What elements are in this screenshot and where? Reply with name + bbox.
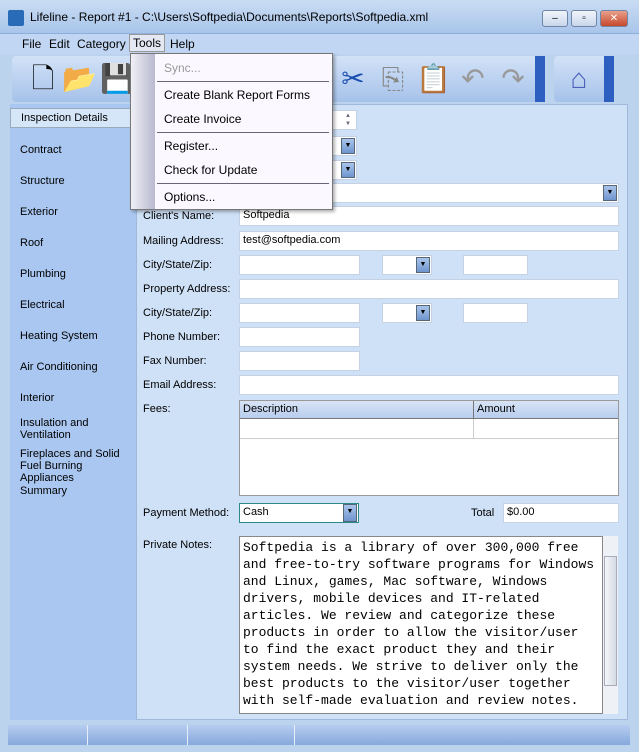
menu-item-create-invoice[interactable]: Create Invoice xyxy=(164,112,241,126)
minimize-button[interactable]: – xyxy=(542,10,568,27)
toolbar-overflow-button[interactable] xyxy=(604,56,614,102)
chevron-down-icon[interactable]: ▼ xyxy=(416,257,430,273)
total-value: $0.00 xyxy=(503,503,619,523)
sidebar-item-electrical[interactable]: Electrical xyxy=(10,296,136,314)
menu-separator xyxy=(157,183,329,184)
private-notes-textarea[interactable]: Softpedia is a library of over 300,000 f… xyxy=(239,536,603,714)
menu-bar: File Edit Category Tools Help xyxy=(0,34,639,54)
city-input[interactable] xyxy=(239,255,360,275)
sidebar-item-exterior[interactable]: Exterior xyxy=(10,203,136,221)
toolbar-overflow-button[interactable] xyxy=(535,56,545,102)
sidebar-item-roof[interactable]: Roof xyxy=(10,234,136,252)
property-address-label: Property Address: xyxy=(143,283,231,295)
email-label: Email Address: xyxy=(143,379,217,391)
chevron-down-icon[interactable]: ▼ xyxy=(341,162,355,178)
email-input[interactable] xyxy=(239,375,619,395)
sidebar-item-structure[interactable]: Structure xyxy=(10,172,136,190)
fees-table[interactable]: Description Amount xyxy=(239,400,619,496)
total-label: Total xyxy=(471,507,495,519)
menu-category[interactable]: Category xyxy=(74,36,129,52)
sidebar-item-summary[interactable]: Summary xyxy=(10,482,136,500)
menu-separator xyxy=(157,132,329,133)
home-icon[interactable]: ⌂ xyxy=(562,62,596,96)
payment-method-label: Payment Method: xyxy=(143,507,230,519)
city-state-zip-label-2: City/State/Zip: xyxy=(143,307,213,319)
sidebar: Inspection Details Contract Structure Ex… xyxy=(10,104,136,720)
notes-scrollbar[interactable] xyxy=(603,536,618,714)
chevron-down-icon[interactable]: ▼ xyxy=(603,185,617,201)
tools-dropdown-menu: Sync... Create Blank Report Forms Create… xyxy=(130,53,333,210)
menu-tools[interactable]: Tools xyxy=(129,34,166,52)
menu-item-create-blank-report-forms[interactable]: Create Blank Report Forms xyxy=(164,88,310,102)
phone-label: Phone Number: xyxy=(143,331,221,343)
mailing-address-label: Mailing Address: xyxy=(143,235,224,247)
sidebar-item-heating-system[interactable]: Heating System xyxy=(10,327,136,345)
fees-label: Fees: xyxy=(143,403,171,415)
undo-icon[interactable]: ↶ xyxy=(456,62,490,96)
client-name-label: Client's Name: xyxy=(143,210,215,222)
menu-item-options[interactable]: Options... xyxy=(164,190,215,204)
fax-label: Fax Number: xyxy=(143,355,207,367)
sidebar-item-fireplaces[interactable]: Fireplaces and Solid Fuel Burning Applia… xyxy=(10,445,140,487)
copy-icon[interactable]: ⎘ xyxy=(376,62,410,96)
sidebar-item-inspection-details[interactable]: Inspection Details xyxy=(10,108,136,128)
zip-input[interactable] xyxy=(463,255,528,275)
menu-separator xyxy=(157,81,329,82)
status-bar xyxy=(8,725,630,745)
menu-help[interactable]: Help xyxy=(167,36,198,52)
chevron-down-icon[interactable]: ▼ xyxy=(343,504,357,522)
save-icon[interactable]: 💾 xyxy=(100,62,135,96)
new-file-icon[interactable]: 🗋 xyxy=(26,62,60,96)
cut-icon[interactable]: ✂ xyxy=(336,62,370,96)
window-title: Lifeline - Report #1 - C:\Users\Softpedi… xyxy=(30,10,429,24)
open-folder-icon[interactable]: 📂 xyxy=(62,62,97,96)
status-segment xyxy=(88,725,188,745)
property-zip-input[interactable] xyxy=(463,303,528,323)
paste-icon[interactable]: 📋 xyxy=(416,62,451,96)
payment-method-value: Cash xyxy=(243,506,269,518)
chevron-down-icon[interactable]: ▼ xyxy=(341,138,355,154)
toolbar-home: ⌂ xyxy=(554,56,614,102)
title-bar: Lifeline - Report #1 - C:\Users\Softpedi… xyxy=(0,0,639,34)
sidebar-item-interior[interactable]: Interior xyxy=(10,389,136,407)
app-icon xyxy=(8,10,24,26)
scrollbar-thumb[interactable] xyxy=(604,556,617,686)
menu-item-sync[interactable]: Sync... xyxy=(164,61,201,75)
column-description[interactable]: Description xyxy=(240,401,474,419)
property-state-dropdown[interactable]: ▼ xyxy=(382,303,432,323)
spinner-arrows-icon[interactable]: ▲ ▼ xyxy=(341,112,355,128)
payment-method-dropdown[interactable]: Cash ▼ xyxy=(239,503,359,523)
city-state-zip-label: City/State/Zip: xyxy=(143,259,213,271)
redo-icon[interactable]: ↷ xyxy=(496,62,530,96)
chevron-down-icon[interactable]: ▼ xyxy=(416,305,430,321)
menu-file[interactable]: File xyxy=(19,36,44,52)
sidebar-item-plumbing[interactable]: Plumbing xyxy=(10,265,136,283)
sidebar-item-insulation[interactable]: Insulation and Ventilation xyxy=(10,414,136,444)
menu-edit[interactable]: Edit xyxy=(46,36,73,52)
sidebar-item-contract[interactable]: Contract xyxy=(10,141,136,159)
property-city-input[interactable] xyxy=(239,303,360,323)
state-dropdown[interactable]: ▼ xyxy=(382,255,432,275)
mailing-address-input[interactable]: test@softpedia.com xyxy=(239,231,619,251)
property-address-input[interactable] xyxy=(239,279,619,299)
menu-item-register[interactable]: Register... xyxy=(164,139,218,153)
column-amount[interactable]: Amount xyxy=(474,401,618,419)
phone-input[interactable] xyxy=(239,327,360,347)
private-notes-label: Private Notes: xyxy=(143,539,213,551)
menu-item-check-for-update[interactable]: Check for Update xyxy=(164,163,257,177)
status-segment xyxy=(8,725,88,745)
close-button[interactable]: ✕ xyxy=(600,10,628,27)
status-segment xyxy=(188,725,295,745)
maximize-button[interactable]: ▫ xyxy=(571,10,597,27)
fax-input[interactable] xyxy=(239,351,360,371)
table-row[interactable] xyxy=(240,419,618,439)
sidebar-item-air-conditioning[interactable]: Air Conditioning xyxy=(10,358,136,376)
